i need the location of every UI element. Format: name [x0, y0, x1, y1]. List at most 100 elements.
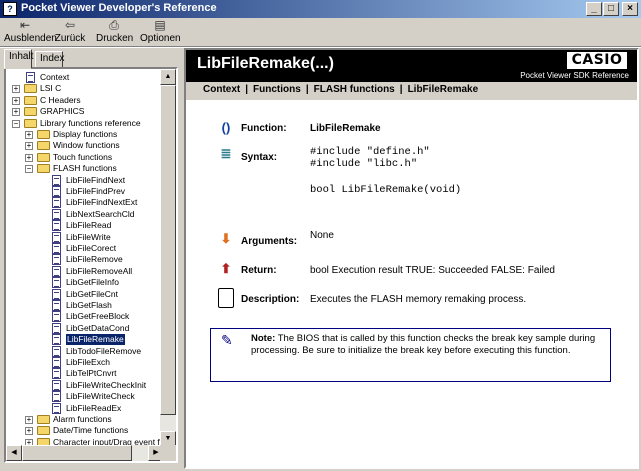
casio-logo: CASIO [567, 52, 627, 69]
note-text: The BIOS that is called by this function… [251, 333, 596, 356]
folder-icon [24, 95, 37, 105]
help-page-icon [52, 265, 61, 277]
hide-pane-icon: ⇤ [19, 18, 31, 32]
description-icon [218, 288, 234, 308]
contents-tree-panel: Context + LSI C + C Headers + GRAPHICS − Library… [4, 67, 178, 463]
tab-index[interactable]: Index [35, 51, 64, 68]
tree-item-label: LibFileRemove [66, 254, 123, 265]
topic-header: LibFileRemake(...) CASIO Pocket Viewer S… [186, 50, 637, 82]
tree-item-label: LibFileRemoveAll [66, 265, 133, 276]
folder-icon [37, 415, 50, 424]
tree-item-label: FLASH functions [53, 163, 117, 174]
help-page-icon [52, 254, 61, 266]
function-value: LibFileRemake [310, 123, 381, 134]
help-page-icon [52, 311, 61, 323]
expand-icon[interactable]: + [25, 427, 33, 436]
scroll-up-icon[interactable]: ▲ [160, 69, 176, 85]
scroll-corner [160, 445, 176, 461]
hide-button[interactable]: ⇤ Ausblenden [4, 18, 57, 45]
options-icon: ▤ [154, 18, 166, 32]
tree-item-label: Date/Time functions [53, 425, 129, 436]
tree-item-label: LibGetDataCond [66, 322, 130, 333]
breadcrumb-link-functions[interactable]: Functions [253, 84, 301, 95]
scroll-thumb[interactable] [160, 85, 176, 415]
expand-icon[interactable]: + [25, 131, 33, 139]
options-button[interactable]: ▤ Optionen [140, 18, 181, 45]
expand-icon[interactable]: + [25, 416, 33, 424]
tree-item-label: LibFileRemake [66, 334, 125, 346]
note-pencil-icon: ✎ [221, 332, 233, 348]
print-button-label: Drucken [96, 33, 134, 44]
tree-vertical-scrollbar[interactable]: ▲ ▼ [160, 69, 176, 447]
tree-item-label: Display functions [53, 129, 118, 139]
help-page-icon [52, 334, 61, 346]
help-page-icon [52, 208, 61, 220]
breadcrumb-link-current[interactable]: LibFileRemake [408, 84, 479, 95]
tab-contents[interactable]: Inhalt [4, 49, 33, 69]
help-page-icon [52, 174, 61, 186]
tree-item-label: Touch functions [53, 151, 113, 162]
help-page-icon [52, 197, 61, 209]
tree-item-label: LibGetFileInfo [66, 277, 119, 288]
back-button-label: Zurück [54, 33, 86, 44]
return-label: Return: [241, 265, 277, 276]
help-page-icon [52, 402, 61, 414]
help-page-icon [52, 220, 61, 232]
tree-item-label: LibFileFindNextExt [66, 197, 138, 208]
page-title: LibFileRemake(...) [197, 55, 334, 72]
options-button-label: Optionen [140, 33, 181, 44]
tree-item-label: LibFileRead [66, 220, 112, 231]
close-button[interactable]: × [622, 2, 638, 16]
topic-content-pane: LibFileRemake(...) CASIO Pocket Viewer S… [184, 48, 639, 469]
reference-subtitle: Pocket Viewer SDK Reference [520, 71, 629, 80]
tree-item-label: Library functions reference [40, 117, 141, 128]
breadcrumb-link-flash-functions[interactable]: FLASH functions [314, 84, 395, 95]
expand-icon[interactable]: + [25, 142, 33, 151]
back-button[interactable]: ⇦ Zurück [54, 19, 86, 45]
tree-item-label: LibFileCorect [66, 243, 117, 253]
horizontal-scroll-thumb[interactable] [22, 445, 132, 461]
tree-item-label: LibGetFlash [66, 300, 112, 310]
scroll-left-icon[interactable]: ◀ [6, 445, 22, 461]
tree-item-label: GRAPHICS [40, 106, 85, 117]
folder-icon [37, 152, 50, 162]
folder-icon [24, 84, 37, 94]
tree-item-label: Alarm functions [53, 414, 112, 424]
syntax-line-1: #include "define.h" [310, 146, 430, 158]
minimize-button[interactable]: _ [586, 2, 602, 16]
description-value: Executes the FLASH memory remaking proce… [310, 294, 527, 305]
expand-icon[interactable]: + [12, 85, 20, 94]
tree-item-label: LibFileFindNext [66, 174, 126, 185]
syntax-label: Syntax: [241, 152, 278, 163]
help-page-icon [52, 277, 61, 289]
tree-item-label: Context [40, 72, 70, 82]
expand-icon[interactable]: + [12, 108, 20, 117]
note-text-block: Note: The BIOS that is called by this fu… [251, 333, 601, 356]
breadcrumb-separator: | [305, 84, 309, 95]
note-box: ✎ Note: The BIOS that is called by this … [210, 328, 611, 382]
help-page-icon [52, 345, 61, 357]
help-page-icon [52, 322, 61, 334]
hide-button-label: Ausblenden [4, 33, 57, 44]
tree-horizontal-scrollbar[interactable]: ◀ ▶ [6, 445, 164, 461]
return-value: bool Execution result TRUE: Succeeded FA… [310, 265, 555, 276]
contents-tree[interactable]: Context + LSI C + C Headers + GRAPHICS − Library… [6, 69, 164, 447]
toolbar: ⇤ Ausblenden ⇦ Zurück ⎙ Drucken ▤ Option… [0, 18, 641, 46]
breadcrumb-separator: | [399, 84, 403, 95]
navigation-pane: Inhalt Index Context + LSI C + C Headers + GRA… [2, 48, 180, 469]
expand-icon[interactable]: + [25, 153, 33, 162]
maximize-button[interactable]: □ [603, 2, 619, 16]
help-page-icon [52, 357, 61, 368]
tree-item-label: LibTodoFileRemove [66, 345, 142, 356]
collapse-icon[interactable]: − [12, 119, 20, 128]
folder-icon [24, 107, 37, 117]
tree-item-label: LibNextSearchCld [66, 208, 135, 219]
print-button[interactable]: ⎙ Drucken [96, 19, 134, 45]
help-page-icon [52, 391, 61, 403]
tree-item-label: C Headers [40, 94, 81, 105]
collapse-icon[interactable]: − [25, 165, 33, 174]
expand-icon[interactable]: + [12, 96, 20, 105]
help-page-icon [26, 72, 35, 83]
breadcrumb-link-context[interactable]: Context [203, 84, 240, 95]
help-app-icon[interactable]: ? [3, 2, 17, 16]
